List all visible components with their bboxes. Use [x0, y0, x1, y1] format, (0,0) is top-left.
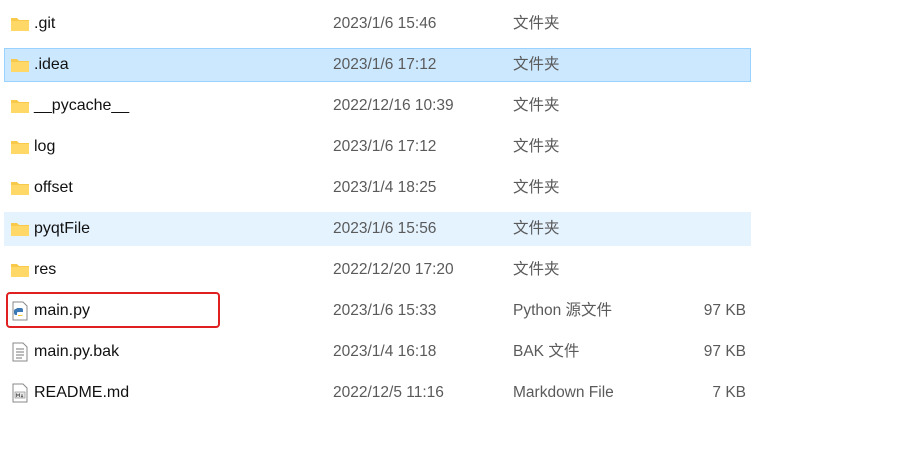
file-date: 2023/1/6 17:12	[333, 56, 437, 73]
file-name: log	[34, 138, 56, 155]
file-size: 7 KB	[712, 384, 746, 401]
file-name: pyqtFile	[34, 220, 91, 237]
file-date: 2023/1/6 15:56	[333, 220, 437, 237]
file-row-res[interactable]: res 2022/12/20 17:20 文件夹	[4, 253, 751, 287]
folder-icon	[10, 55, 30, 75]
file-name: main.py	[34, 302, 91, 319]
folder-icon	[10, 14, 30, 34]
folder-icon	[10, 219, 30, 239]
file-row-idea[interactable]: .idea 2023/1/6 17:12 文件夹	[4, 48, 751, 82]
file-type: 文件夹	[513, 220, 560, 237]
file-size: 97 KB	[703, 343, 746, 360]
file-name: main.py.bak	[34, 343, 120, 360]
folder-icon	[10, 96, 30, 116]
python-file-icon	[10, 301, 30, 321]
file-date: 2022/12/5 11:16	[333, 384, 444, 401]
file-type: BAK 文件	[513, 343, 580, 360]
file-name: offset	[34, 179, 73, 196]
file-name: res	[34, 261, 57, 278]
markdown-file-icon	[10, 383, 30, 403]
file-type: 文件夹	[513, 138, 560, 155]
file-row-main-py-bak[interactable]: main.py.bak 2023/1/4 16:18 BAK 文件 97 KB	[4, 335, 751, 369]
file-date: 2023/1/6 15:46	[333, 15, 437, 32]
file-name: README.md	[34, 384, 130, 401]
file-name: __pycache__	[34, 97, 130, 114]
folder-icon	[10, 260, 30, 280]
file-type: 文件夹	[513, 15, 560, 32]
file-date: 2022/12/20 17:20	[333, 261, 454, 278]
file-row-pyqtfile[interactable]: pyqtFile 2023/1/6 15:56 文件夹	[4, 212, 751, 246]
file-name: .idea	[34, 56, 69, 73]
file-row-log[interactable]: log 2023/1/6 17:12 文件夹	[4, 130, 751, 164]
file-date: 2023/1/6 17:12	[333, 138, 437, 155]
text-file-icon	[10, 342, 30, 362]
file-type: 文件夹	[513, 97, 560, 114]
file-size: 97 KB	[703, 302, 746, 319]
file-type: Markdown File	[513, 384, 614, 401]
file-date: 2022/12/16 10:39	[333, 97, 454, 114]
file-type: Python 源文件	[513, 302, 613, 319]
folder-icon	[10, 137, 30, 157]
file-list: .git 2023/1/6 15:46 文件夹 .idea 2023/1/6 1…	[0, 0, 911, 470]
file-row-git[interactable]: .git 2023/1/6 15:46 文件夹	[4, 7, 751, 41]
file-type: 文件夹	[513, 56, 560, 73]
file-name: .git	[34, 15, 56, 32]
folder-icon	[10, 178, 30, 198]
file-row-main-py[interactable]: main.py 2023/1/6 15:33 Python 源文件 97 KB	[4, 294, 751, 328]
file-date: 2023/1/4 18:25	[333, 179, 437, 196]
file-row-offset[interactable]: offset 2023/1/4 18:25 文件夹	[4, 171, 751, 205]
file-date: 2023/1/6 15:33	[333, 302, 437, 319]
file-row-readme-md[interactable]: README.md 2022/12/5 11:16 Markdown File …	[4, 376, 751, 410]
file-type: 文件夹	[513, 261, 560, 278]
file-type: 文件夹	[513, 179, 560, 196]
file-date: 2023/1/4 16:18	[333, 343, 437, 360]
file-row-pycache[interactable]: __pycache__ 2022/12/16 10:39 文件夹	[4, 89, 751, 123]
